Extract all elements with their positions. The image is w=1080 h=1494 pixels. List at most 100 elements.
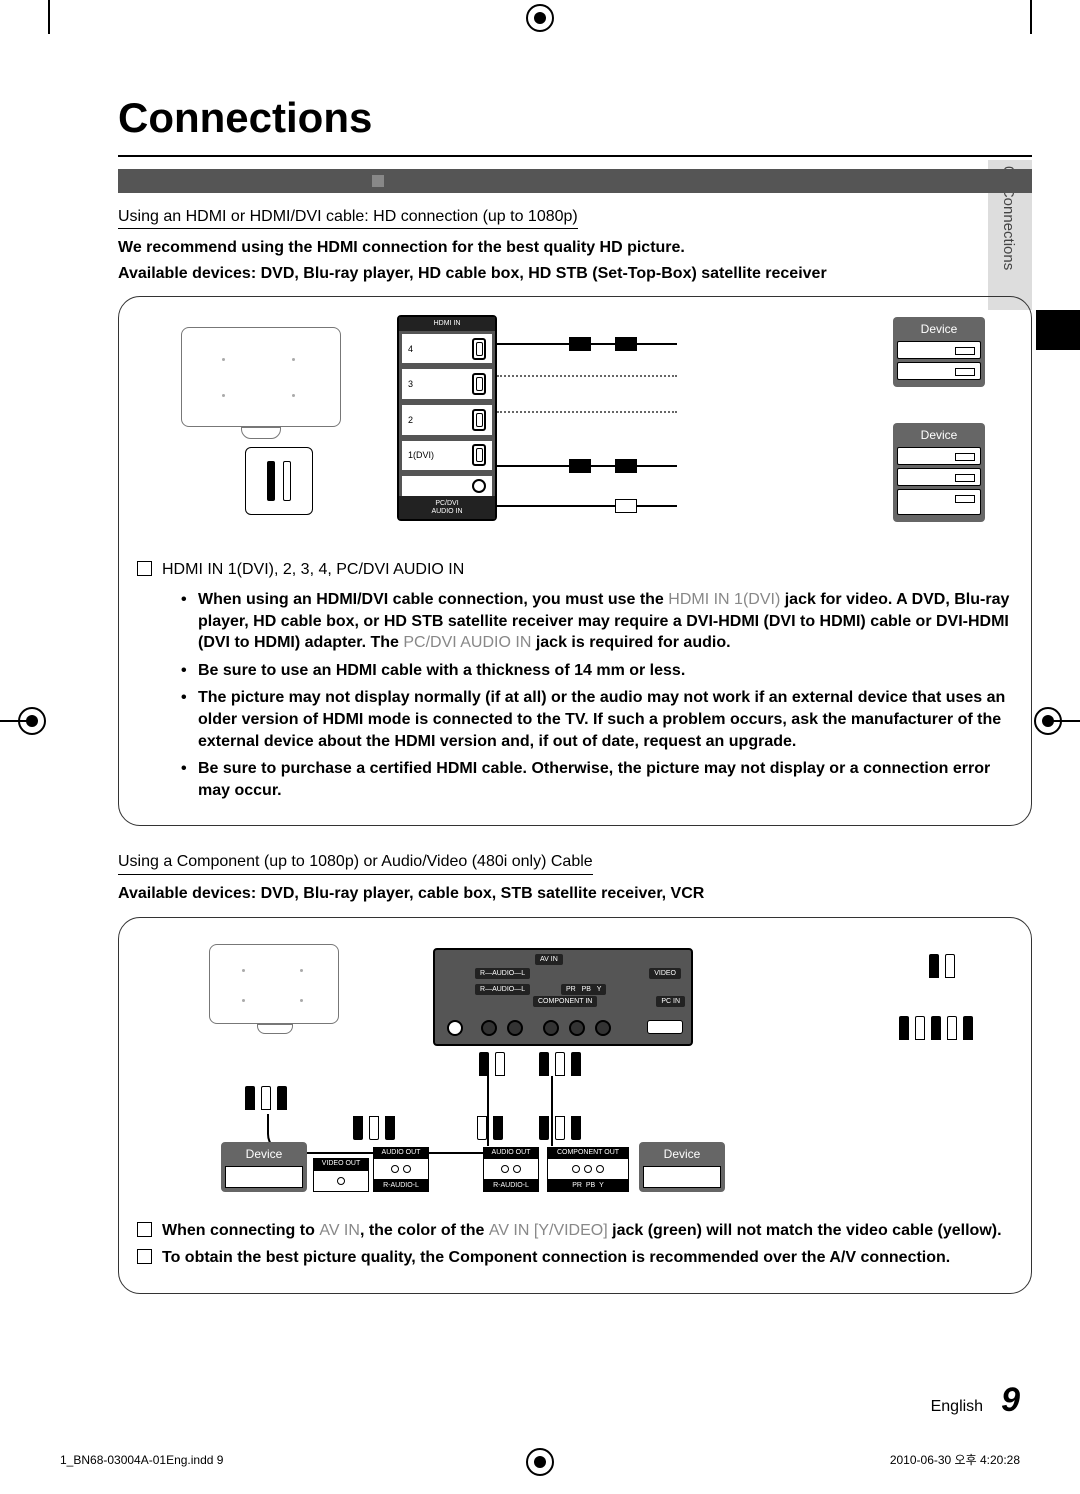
- print-footer: 1_BN68-03004A-01Eng.indd 9 2010-06-30 오후…: [60, 1452, 1020, 1468]
- checkbox-icon: [137, 1222, 152, 1237]
- footer-lang: English: [931, 1396, 983, 1418]
- crop-mark: [1030, 0, 1032, 34]
- device-audio-icon: [897, 489, 981, 515]
- rca-plugs-icon: [479, 1052, 505, 1076]
- hdmi-panel-footer: PC/DVI AUDIO IN: [399, 496, 495, 519]
- note-text: When connecting to AV IN, the color of t…: [162, 1220, 1002, 1242]
- device-box-bottom: Device: [893, 423, 985, 521]
- hdmi-diagram: HDMI IN 4 3 2 1(DVI) PC/DVI AUDIO IN Dev…: [137, 315, 1013, 545]
- section-bar: [118, 169, 1032, 193]
- device-icon: [897, 447, 981, 465]
- tv-icon: [209, 944, 339, 1024]
- page-title: Connections: [118, 90, 1032, 147]
- cable-line-dotted: [497, 375, 677, 377]
- hdmi-port-4: 4: [402, 334, 492, 364]
- back-panel: AV IN R—AUDIO—L VIDEO R—AUDIO—L PR PB Y …: [433, 948, 693, 1046]
- hdmi-plug-icon: [569, 337, 591, 351]
- component-in-label: COMPONENT IN: [533, 996, 597, 1007]
- page-number: 9: [1001, 1378, 1020, 1424]
- list-item: The picture may not display normally (if…: [181, 687, 1013, 752]
- component-plugs-icon: [899, 1016, 973, 1040]
- hdmi-plug-icon: [569, 459, 591, 473]
- hdmi-diagram-box: HDMI IN 4 3 2 1(DVI) PC/DVI AUDIO IN Dev…: [118, 296, 1032, 826]
- device-icon: [897, 362, 981, 380]
- prpby-label: PR PB Y: [561, 984, 606, 995]
- cable-line: [497, 505, 677, 507]
- pc-dvi-audio-port: [402, 476, 492, 496]
- tv-icon: [181, 327, 341, 427]
- device-label: Device: [897, 321, 981, 337]
- section1-line2: Available devices: DVD, Blu-ray player, …: [118, 263, 1032, 285]
- list-item: Be sure to purchase a certified HDMI cab…: [181, 758, 1013, 801]
- av-plugs-icon: [245, 1086, 287, 1110]
- device-icon: [643, 1166, 721, 1188]
- audio-out-box-right: AUDIO OUT R-AUDIO-L: [483, 1147, 539, 1192]
- port-icon: [595, 1020, 611, 1036]
- list-item: When using an HDMI/DVI cable connection,…: [181, 589, 1013, 654]
- section2-line1: Available devices: DVD, Blu-ray player, …: [118, 883, 1032, 905]
- av-in-label: AV IN: [535, 954, 563, 965]
- hdmi-port-3: 3: [402, 369, 492, 399]
- hdmi-panel-header: HDMI IN: [399, 317, 495, 330]
- prpby-caption: PR PB Y: [547, 1180, 629, 1191]
- port-icon: [481, 1020, 497, 1036]
- video-out-icon: [313, 1170, 369, 1192]
- cable-line: [487, 1076, 489, 1146]
- component-diagram: AV IN R—AUDIO—L VIDEO R—AUDIO—L PR PB Y …: [137, 936, 1013, 1206]
- print-footer-left: 1_BN68-03004A-01Eng.indd 9: [60, 1452, 223, 1468]
- port-icon: [507, 1020, 523, 1036]
- device-icon: [897, 341, 981, 359]
- port-icon: [543, 1020, 559, 1036]
- hdmi-plug-icon: [615, 337, 637, 351]
- side-tab-marker: [1036, 310, 1080, 350]
- component-out-icon: [547, 1158, 629, 1180]
- device-label: Device: [225, 1146, 303, 1162]
- print-footer-right: 2010-06-30 오후 4:20:28: [890, 1452, 1020, 1468]
- page-content: Connections Using an HDMI or HDMI/DVI ca…: [118, 90, 1032, 1454]
- audio-plug-icon: [615, 499, 637, 513]
- hdmi-check-line: HDMI IN 1(DVI), 2, 3, 4, PC/DVI AUDIO IN: [137, 559, 1013, 581]
- note-line-1: When connecting to AV IN, the color of t…: [137, 1220, 1013, 1242]
- cable-line: [551, 1076, 553, 1146]
- crop-mark: [1046, 720, 1080, 722]
- audio-label-2: R—AUDIO—L: [475, 984, 530, 995]
- ypbpr-plugs-icon: [539, 1052, 581, 1076]
- port-icon: [447, 1020, 463, 1036]
- device-box-top: Device: [893, 317, 985, 386]
- list-item: Be sure to use an HDMI cable with a thic…: [181, 660, 1013, 682]
- device-left: Device: [221, 1142, 307, 1191]
- crop-mark: [48, 0, 50, 34]
- checkbox-icon: [137, 561, 152, 576]
- ypbpr-plugs-down-icon: [539, 1116, 581, 1140]
- audio-out-icon: [483, 1158, 539, 1180]
- cable-line-dotted: [497, 411, 677, 413]
- hdmi-notes-list: When using an HDMI/DVI cable connection,…: [137, 589, 1013, 801]
- note-line-2: To obtain the best picture quality, the …: [137, 1247, 1013, 1269]
- audio-plugs-icon: [929, 954, 955, 978]
- tv-stand-icon: [257, 1024, 293, 1034]
- device-icon: [897, 468, 981, 486]
- section1-line1: We recommend using the HDMI connection f…: [118, 237, 1032, 259]
- page-footer: English 9: [931, 1378, 1020, 1424]
- title-rule: [118, 155, 1032, 157]
- pc-in-label: PC IN: [656, 996, 685, 1007]
- device-label: Device: [643, 1146, 721, 1162]
- checkbox-icon: [137, 1249, 152, 1264]
- hdmi-port-1dvi: 1(DVI): [402, 441, 492, 471]
- port-icon: [569, 1020, 585, 1036]
- tv-stand-icon: [241, 427, 281, 439]
- hdmi-ports-label: HDMI IN 1(DVI), 2, 3, 4, PC/DVI AUDIO IN: [162, 559, 464, 581]
- vga-port-icon: [647, 1020, 683, 1034]
- video-out-box: VIDEO OUT: [313, 1158, 369, 1191]
- section1-heading: Using an HDMI or HDMI/DVI cable: HD conn…: [118, 206, 578, 230]
- hdmi-port-2: 2: [402, 405, 492, 435]
- audio-plugs-icon: [245, 447, 313, 515]
- device-label: Device: [897, 427, 981, 443]
- component-diagram-box: AV IN R—AUDIO—L VIDEO R—AUDIO—L PR PB Y …: [118, 917, 1032, 1294]
- device-right: Device: [639, 1142, 725, 1191]
- hdmi-panel: HDMI IN 4 3 2 1(DVI) PC/DVI AUDIO IN: [397, 315, 497, 521]
- section2-heading: Using a Component (up to 1080p) or Audio…: [118, 851, 593, 875]
- video-label: VIDEO: [649, 968, 681, 979]
- component-out-box: COMPONENT OUT PR PB Y: [547, 1147, 629, 1192]
- audio-out-icon: [373, 1158, 429, 1180]
